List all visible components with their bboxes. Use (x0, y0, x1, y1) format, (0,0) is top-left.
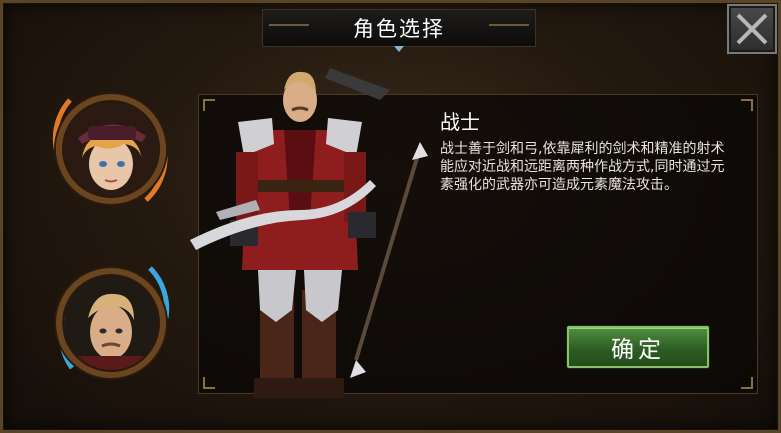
portrait-male-hero[interactable] (56, 268, 166, 378)
warrior-character-illustration (190, 68, 428, 398)
panel-corner (741, 99, 753, 111)
title-bar: 角色选择 (262, 9, 536, 52)
page-title: 角色选择 (353, 17, 445, 41)
confirm-button[interactable]: 确定 (567, 326, 709, 368)
title-notch (394, 46, 404, 52)
close-button[interactable] (727, 4, 777, 54)
portrait-female-face (64, 102, 158, 196)
class-name: 战士 (440, 110, 480, 134)
title-ornament-right (489, 24, 529, 26)
female-hero-avatar (64, 102, 158, 196)
title-ornament-left (269, 24, 309, 26)
class-description: 战士善于剑和弓,依靠犀利的剑术和精准的射术能应对近战和远距离两种作战方式,同时通… (440, 141, 725, 193)
portrait-male-face (64, 276, 158, 370)
close-icon (736, 13, 768, 45)
panel-corner (741, 377, 753, 389)
portrait-female-hero[interactable] (56, 94, 166, 204)
male-hero-avatar (64, 276, 158, 370)
